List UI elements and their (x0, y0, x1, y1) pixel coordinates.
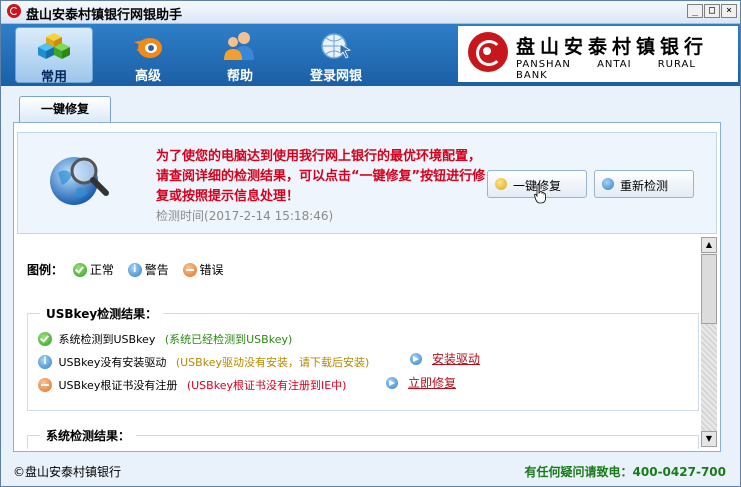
window-title: 盘山安泰村镇银行网银助手 (26, 8, 183, 23)
scroll-down-button[interactable]: ▼ (701, 431, 717, 447)
fix-now-link[interactable]: 立即修复 (408, 376, 456, 390)
toolbar-login-label: 登录网银 (309, 69, 362, 84)
toolbar-help[interactable]: 帮助 (201, 27, 279, 84)
usbkey-row-text: 系统检测到USBkey (58, 333, 156, 346)
globe-search-icon (50, 157, 109, 205)
info-panel: 为了使您的电脑达到使用我行网上银行的最优环境配置，请查阅详细的检测结果，可以点击… (17, 132, 717, 234)
fix-now-action[interactable]: 立即修复 (386, 374, 456, 391)
check-time-value: (2017-2-14 15:18:46) (204, 209, 334, 223)
usbkey-results-title: USBkey检测结果： (40, 305, 164, 322)
maximize-button[interactable]: □ (704, 4, 720, 18)
usbkey-row-cert: USBkey根证书没有注册 (USBkey根证书没有注册到IE中) (38, 377, 346, 393)
recheck-button[interactable]: 重新检测 (594, 170, 694, 198)
scroll-track[interactable] (701, 324, 717, 431)
usbkey-row-text: USBkey根证书没有注册 (58, 379, 178, 392)
globe-cursor-icon (321, 33, 352, 59)
legend-warn: 警告 (144, 263, 169, 277)
warning-status-icon (127, 263, 142, 277)
vertical-scrollbar[interactable]: ▲ ▼ (701, 237, 717, 447)
blender-icon (134, 38, 162, 58)
toolbar-advanced-label: 高级 (134, 69, 161, 84)
toolbar-common-label: 常用 (40, 70, 67, 85)
tab-one-click-repair[interactable]: 一键修复 (19, 96, 111, 122)
usbkey-row-driver: USBkey没有安装驱动 (USBkey驱动没有安装，请下载后安装) (38, 354, 369, 370)
legend-ok: 正常 (89, 263, 114, 277)
legend-title: 图例： (27, 263, 64, 277)
toolbar-common[interactable]: 常用 (15, 27, 93, 85)
toolbar-help-label: 帮助 (226, 69, 253, 84)
hotline-text: 有任何疑问请致电：400-0427-700 (524, 465, 726, 479)
minimize-button[interactable]: _ (687, 4, 703, 18)
bank-logo-icon (468, 32, 508, 72)
bank-name-cn: 盘山安泰村镇银行 (516, 36, 709, 58)
usbkey-row-detected: 系统检测到USBkey (系统已经检测到USBkey) (38, 331, 292, 347)
usbkey-row-note: (USBkey驱动没有安装，请下载后安装) (175, 356, 370, 369)
error-status-icon (182, 263, 197, 277)
system-results-group: 系统检测结果： (27, 427, 699, 449)
install-driver-link[interactable]: 安装驱动 (432, 352, 480, 366)
bank-name-en: PANSHAN ANTAI RURAL BANK (516, 59, 696, 81)
install-driver-action[interactable]: 安装驱动 (410, 350, 480, 367)
cubes-icon (38, 33, 70, 59)
hand-cursor-icon (534, 184, 546, 204)
usbkey-row-text: USBkey没有安装驱动 (58, 356, 167, 369)
recheck-label: 重新检测 (619, 179, 668, 193)
bank-brand: 盘山安泰村镇银行 PANSHAN ANTAI RURAL BANK (458, 26, 738, 82)
usbkey-row-note: (系统已经检测到USBkey) (164, 333, 293, 346)
system-results-title: 系统检测结果： (40, 427, 137, 444)
title-bar: 盘山安泰村镇银行网银助手 _ □ × (1, 1, 740, 24)
arrow-right-icon (410, 353, 422, 365)
main-toolbar: 常用 高级 帮助 登录网银 盘山安泰村镇银行 PANSHAN ANTAI RUR… (1, 24, 740, 86)
close-button[interactable]: × (721, 4, 737, 18)
check-time-label: 检测时间 (156, 209, 205, 223)
scroll-thumb[interactable] (701, 254, 717, 324)
results-scroll-area[interactable]: 图例： 正常 警告 错误 USBkey检测结果： 系统检测到USBkey (系统… (17, 237, 701, 449)
usbkey-results-group: USBkey检测结果： 系统检测到USBkey (系统已经检测到USBkey) … (27, 305, 699, 411)
status-bar: ©盘山安泰村镇银行 有任何疑问请致电：400-0427-700 (1, 456, 740, 486)
app-window: 盘山安泰村镇银行网银助手 _ □ × 常用 高级 帮助 登录网银 盘山安泰村镇银… (0, 0, 741, 487)
info-message: 为了使您的电脑达到使用我行网上银行的最优环境配置，请查阅详细的检测结果，可以点击… (156, 149, 486, 204)
arrow-right-icon (386, 377, 398, 389)
users-icon (224, 32, 254, 60)
usbkey-row-note: (USBkey根证书没有注册到IE中) (186, 379, 347, 392)
error-status-icon (38, 378, 52, 392)
toolbar-login[interactable]: 登录网银 (301, 27, 371, 84)
warning-status-icon (38, 355, 52, 369)
legend-err: 错误 (199, 263, 224, 277)
legend: 图例： 正常 警告 错误 (27, 261, 224, 278)
ok-status-icon (72, 263, 87, 277)
ok-status-icon (38, 332, 52, 346)
check-time: 检测时间(2017-2-14 15:18:46) (156, 207, 333, 224)
scroll-up-button[interactable]: ▲ (701, 237, 717, 253)
bank-logo-icon (7, 4, 21, 18)
toolbar-advanced[interactable]: 高级 (109, 27, 187, 84)
copyright-text: ©盘山安泰村镇银行 (13, 465, 122, 479)
